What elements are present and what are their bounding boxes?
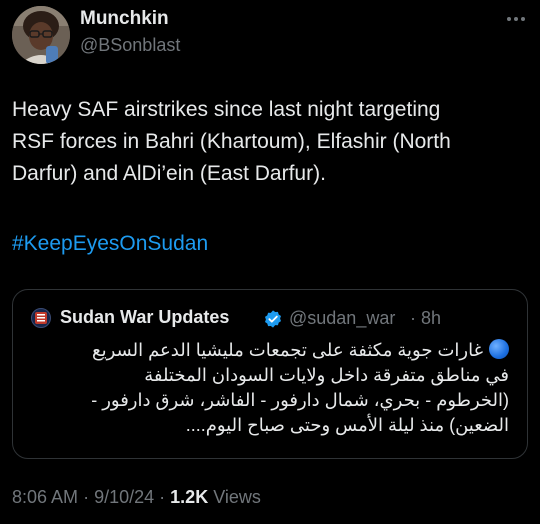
author-avatar[interactable] [12, 6, 70, 64]
quoted-timestamp[interactable]: 8h [421, 308, 441, 329]
author-handle[interactable]: @BSonblast [80, 35, 180, 56]
tweet-meta: 8:06 AM · 9/10/24 · 1.2K Views [12, 487, 261, 508]
quoted-separator: · [410, 308, 416, 328]
hashtag-link[interactable]: #KeepEyesOnSudan [12, 228, 208, 260]
verified-badge-icon [265, 310, 281, 328]
quoted-text-line: في مناطق متفرقة داخل ولايات السودان المخ… [144, 365, 509, 385]
blue-circle-icon [489, 339, 509, 359]
tweet-text-line: Heavy SAF airstrikes since last night ta… [12, 98, 441, 121]
meta-separator: · [83, 487, 90, 507]
quoted-avatar-logo [35, 312, 47, 324]
quoted-author-handle[interactable]: @sudan_war [289, 308, 395, 329]
tweet: Munchkin @BSonblast Heavy SAF airstrikes… [0, 0, 540, 524]
views-count[interactable]: 1.2K [170, 487, 208, 507]
tweet-text-line: RSF forces in Bahri (Khartoum), Elfashir… [12, 130, 451, 153]
tweet-text-line: Darfur) and AlDi’ein (East Darfur). [12, 162, 326, 185]
views-label: Views [213, 487, 261, 507]
quoted-tweet[interactable]: Sudan War Updates @sudan_war · 8h غارات … [12, 289, 528, 459]
quoted-text-line-1: غارات جوية مكثفة على تجمعات مليشيا الدعم… [29, 338, 509, 363]
tweet-text: Heavy SAF airstrikes since last night ta… [12, 94, 528, 190]
tweet-date[interactable]: 9/10/24 [94, 487, 154, 507]
quoted-author-avatar[interactable] [31, 308, 51, 328]
meta-separator: · [159, 487, 166, 507]
quoted-author-name[interactable]: Sudan War Updates [60, 307, 229, 328]
quoted-text-line: الضعين) منذ ليلة الأمس وحتى صباح اليوم..… [185, 415, 509, 435]
more-horizontal-icon[interactable] [504, 13, 528, 25]
quoted-text-line: (الخرطوم - بحري، شمال دارفور - الفاشر، ش… [91, 390, 509, 410]
quoted-text-line: غارات جوية مكثفة على تجمعات مليشيا الدعم… [92, 340, 483, 360]
avatar-photo [12, 6, 70, 64]
author-name[interactable]: Munchkin [80, 8, 169, 30]
quoted-tweet-text: غارات جوية مكثفة على تجمعات مليشيا الدعم… [29, 338, 509, 438]
tweet-time[interactable]: 8:06 AM [12, 487, 78, 507]
